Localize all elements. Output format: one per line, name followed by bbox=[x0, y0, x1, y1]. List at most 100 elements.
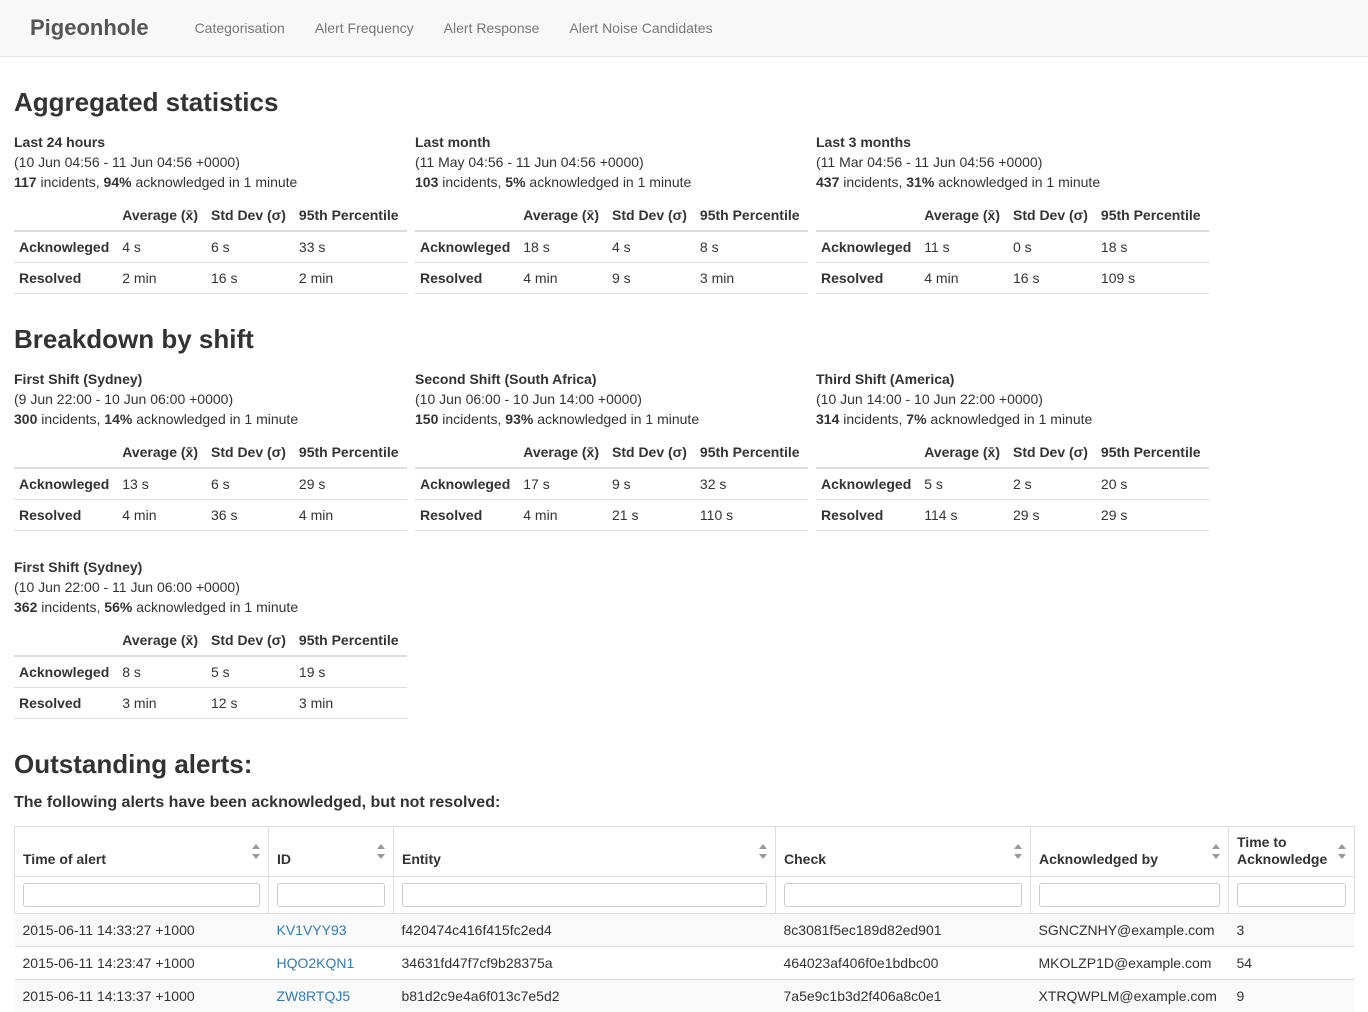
col-average: Average (x̄) bbox=[117, 200, 206, 231]
column-header-time-to-acknowledge[interactable]: Time to Acknowledge bbox=[1229, 827, 1355, 877]
stat-block-summary: 150 incidents, 93% acknowledged in 1 min… bbox=[415, 409, 816, 429]
col-stddev: Std Dev (σ) bbox=[607, 200, 695, 231]
ack-percent: 56% bbox=[104, 599, 132, 615]
shift-stats-row-1: First Shift (Sydney) (9 Jun 22:00 - 10 J… bbox=[14, 369, 1354, 531]
column-header-time-of-alert[interactable]: Time of alert bbox=[15, 827, 269, 877]
ack-phrase: acknowledged in 1 minute bbox=[135, 174, 297, 190]
filter-time-of-alert-input[interactable] bbox=[23, 883, 260, 907]
nav-item-alert-noise-candidates[interactable]: Alert Noise Candidates bbox=[554, 20, 727, 36]
shift-stats-row-2: First Shift (Sydney) (10 Jun 22:00 - 11 … bbox=[14, 557, 1354, 719]
col-stddev: Std Dev (σ) bbox=[206, 200, 294, 231]
nav-item-alert-response[interactable]: Alert Response bbox=[429, 20, 555, 36]
incidents-word: incidents, bbox=[442, 174, 501, 190]
stat-block-title: First Shift (Sydney) bbox=[14, 369, 415, 389]
col-stddev: Std Dev (σ) bbox=[607, 437, 695, 468]
column-header-check[interactable]: Check bbox=[776, 827, 1031, 877]
filter-id-input[interactable] bbox=[277, 883, 385, 907]
column-label: Time to Acknowledge bbox=[1237, 834, 1327, 867]
ack-95th: 20 s bbox=[1096, 468, 1209, 500]
res-95th: 3 min bbox=[695, 263, 808, 294]
row-label-resolved: Resolved bbox=[816, 263, 919, 294]
incidents-word: incidents, bbox=[41, 599, 100, 615]
col-stddev: Std Dev (σ) bbox=[206, 625, 294, 656]
filter-entity-input[interactable] bbox=[402, 883, 767, 907]
outstanding-alerts-title: Outstanding alerts: bbox=[14, 749, 1354, 780]
filter-check-input[interactable] bbox=[784, 883, 1022, 907]
stats-table: Average (x̄) Std Dev (σ) 95th Percentile… bbox=[415, 437, 808, 531]
alert-acknowledged-by: XTRQWPLM@example.com bbox=[1031, 980, 1229, 1012]
stat-block-range: (10 Jun 06:00 - 10 Jun 14:00 +0000) bbox=[415, 389, 816, 409]
col-blank bbox=[415, 437, 518, 468]
ack-percent: 7% bbox=[906, 411, 926, 427]
res-95th: 110 s bbox=[695, 500, 808, 531]
alert-time-to-acknowledge: 9 bbox=[1229, 980, 1355, 1012]
ack-stddev: 5 s bbox=[206, 656, 294, 688]
sort-icon bbox=[1013, 844, 1023, 859]
alert-entity: 34631fd47f7cf9b28375a bbox=[394, 947, 776, 980]
stat-block-second-shift-south-africa: Second Shift (South Africa) (10 Jun 06:0… bbox=[415, 369, 816, 531]
ack-average: 11 s bbox=[919, 231, 1008, 263]
res-average: 4 min bbox=[518, 500, 607, 531]
column-header-entity[interactable]: Entity bbox=[394, 827, 776, 877]
filter-time-to-acknowledge-input[interactable] bbox=[1237, 883, 1346, 907]
alert-id-link[interactable]: KV1VYY93 bbox=[277, 922, 347, 938]
stat-block-last-3-months: Last 3 months (11 Mar 04:56 - 11 Jun 04:… bbox=[816, 132, 1217, 294]
resolved-row: Resolved 3 min 12 s 3 min bbox=[14, 688, 407, 719]
breakdown-by-shift-title: Breakdown by shift bbox=[14, 324, 1354, 355]
col-95th-percentile: 95th Percentile bbox=[1096, 200, 1209, 231]
res-95th: 3 min bbox=[294, 688, 407, 719]
ack-95th: 8 s bbox=[695, 231, 808, 263]
row-label-acknowledged: Acknowleged bbox=[415, 231, 518, 263]
ack-phrase: acknowledged in 1 minute bbox=[529, 174, 691, 190]
incident-count: 117 bbox=[14, 174, 37, 190]
col-stddev: Std Dev (σ) bbox=[206, 437, 294, 468]
stat-block-title: Last month bbox=[415, 132, 816, 152]
stat-block-range: (10 Jun 22:00 - 11 Jun 06:00 +0000) bbox=[14, 577, 415, 597]
sort-icon bbox=[1211, 844, 1221, 859]
stats-table: Average (x̄) Std Dev (σ) 95th Percentile… bbox=[415, 200, 808, 294]
ack-phrase: acknowledged in 1 minute bbox=[136, 599, 298, 615]
col-stddev: Std Dev (σ) bbox=[1008, 200, 1096, 231]
alert-time: 2015-06-11 14:33:27 +1000 bbox=[15, 914, 269, 947]
row-label-resolved: Resolved bbox=[14, 688, 117, 719]
nav-item-categorisation[interactable]: Categorisation bbox=[180, 20, 300, 36]
res-stddev: 12 s bbox=[206, 688, 294, 719]
row-label-resolved: Resolved bbox=[816, 500, 919, 531]
ack-stddev: 4 s bbox=[607, 231, 695, 263]
ack-average: 13 s bbox=[117, 468, 206, 500]
ack-average: 17 s bbox=[518, 468, 607, 500]
stat-block-range: (10 Jun 04:56 - 11 Jun 04:56 +0000) bbox=[14, 152, 415, 172]
stat-block-third-shift-america: Third Shift (America) (10 Jun 14:00 - 10… bbox=[816, 369, 1217, 531]
res-stddev: 29 s bbox=[1008, 500, 1096, 531]
stat-block-range: (11 Mar 04:56 - 11 Jun 04:56 +0000) bbox=[816, 152, 1217, 172]
incidents-word: incidents, bbox=[40, 174, 99, 190]
col-average: Average (x̄) bbox=[919, 200, 1008, 231]
col-95th-percentile: 95th Percentile bbox=[1096, 437, 1209, 468]
stat-block-last-month: Last month (11 May 04:56 - 11 Jun 04:56 … bbox=[415, 132, 816, 294]
ack-stddev: 9 s bbox=[607, 468, 695, 500]
incidents-word: incidents, bbox=[442, 411, 501, 427]
nav-item-alert-frequency[interactable]: Alert Frequency bbox=[300, 20, 429, 36]
res-average: 2 min bbox=[117, 263, 206, 294]
alert-time-to-acknowledge: 54 bbox=[1229, 947, 1355, 980]
stats-table: Average (x̄) Std Dev (σ) 95th Percentile… bbox=[14, 200, 407, 294]
column-header-acknowledged-by[interactable]: Acknowledged by bbox=[1031, 827, 1229, 877]
column-header-id[interactable]: ID bbox=[269, 827, 394, 877]
page-content: Aggregated statistics Last 24 hours (10 … bbox=[0, 87, 1368, 1012]
row-label-acknowledged: Acknowleged bbox=[816, 468, 919, 500]
incident-count: 362 bbox=[14, 599, 37, 615]
col-95th-percentile: 95th Percentile bbox=[294, 437, 407, 468]
res-average: 3 min bbox=[117, 688, 206, 719]
stat-block-range: (9 Jun 22:00 - 10 Jun 06:00 +0000) bbox=[14, 389, 415, 409]
alert-id-link[interactable]: HQO2KQN1 bbox=[277, 955, 355, 971]
filter-acknowledged-by-input[interactable] bbox=[1039, 883, 1220, 907]
alert-time: 2015-06-11 14:23:47 +1000 bbox=[15, 947, 269, 980]
alert-id-link[interactable]: ZW8RTQJ5 bbox=[277, 988, 351, 1004]
sort-icon bbox=[758, 844, 768, 859]
col-95th-percentile: 95th Percentile bbox=[294, 200, 407, 231]
ack-95th: 33 s bbox=[294, 231, 407, 263]
stat-block-summary: 117 incidents, 94% acknowledged in 1 min… bbox=[14, 172, 415, 192]
res-stddev: 36 s bbox=[206, 500, 294, 531]
brand-link[interactable]: Pigeonhole bbox=[15, 15, 164, 41]
col-average: Average (x̄) bbox=[117, 625, 206, 656]
